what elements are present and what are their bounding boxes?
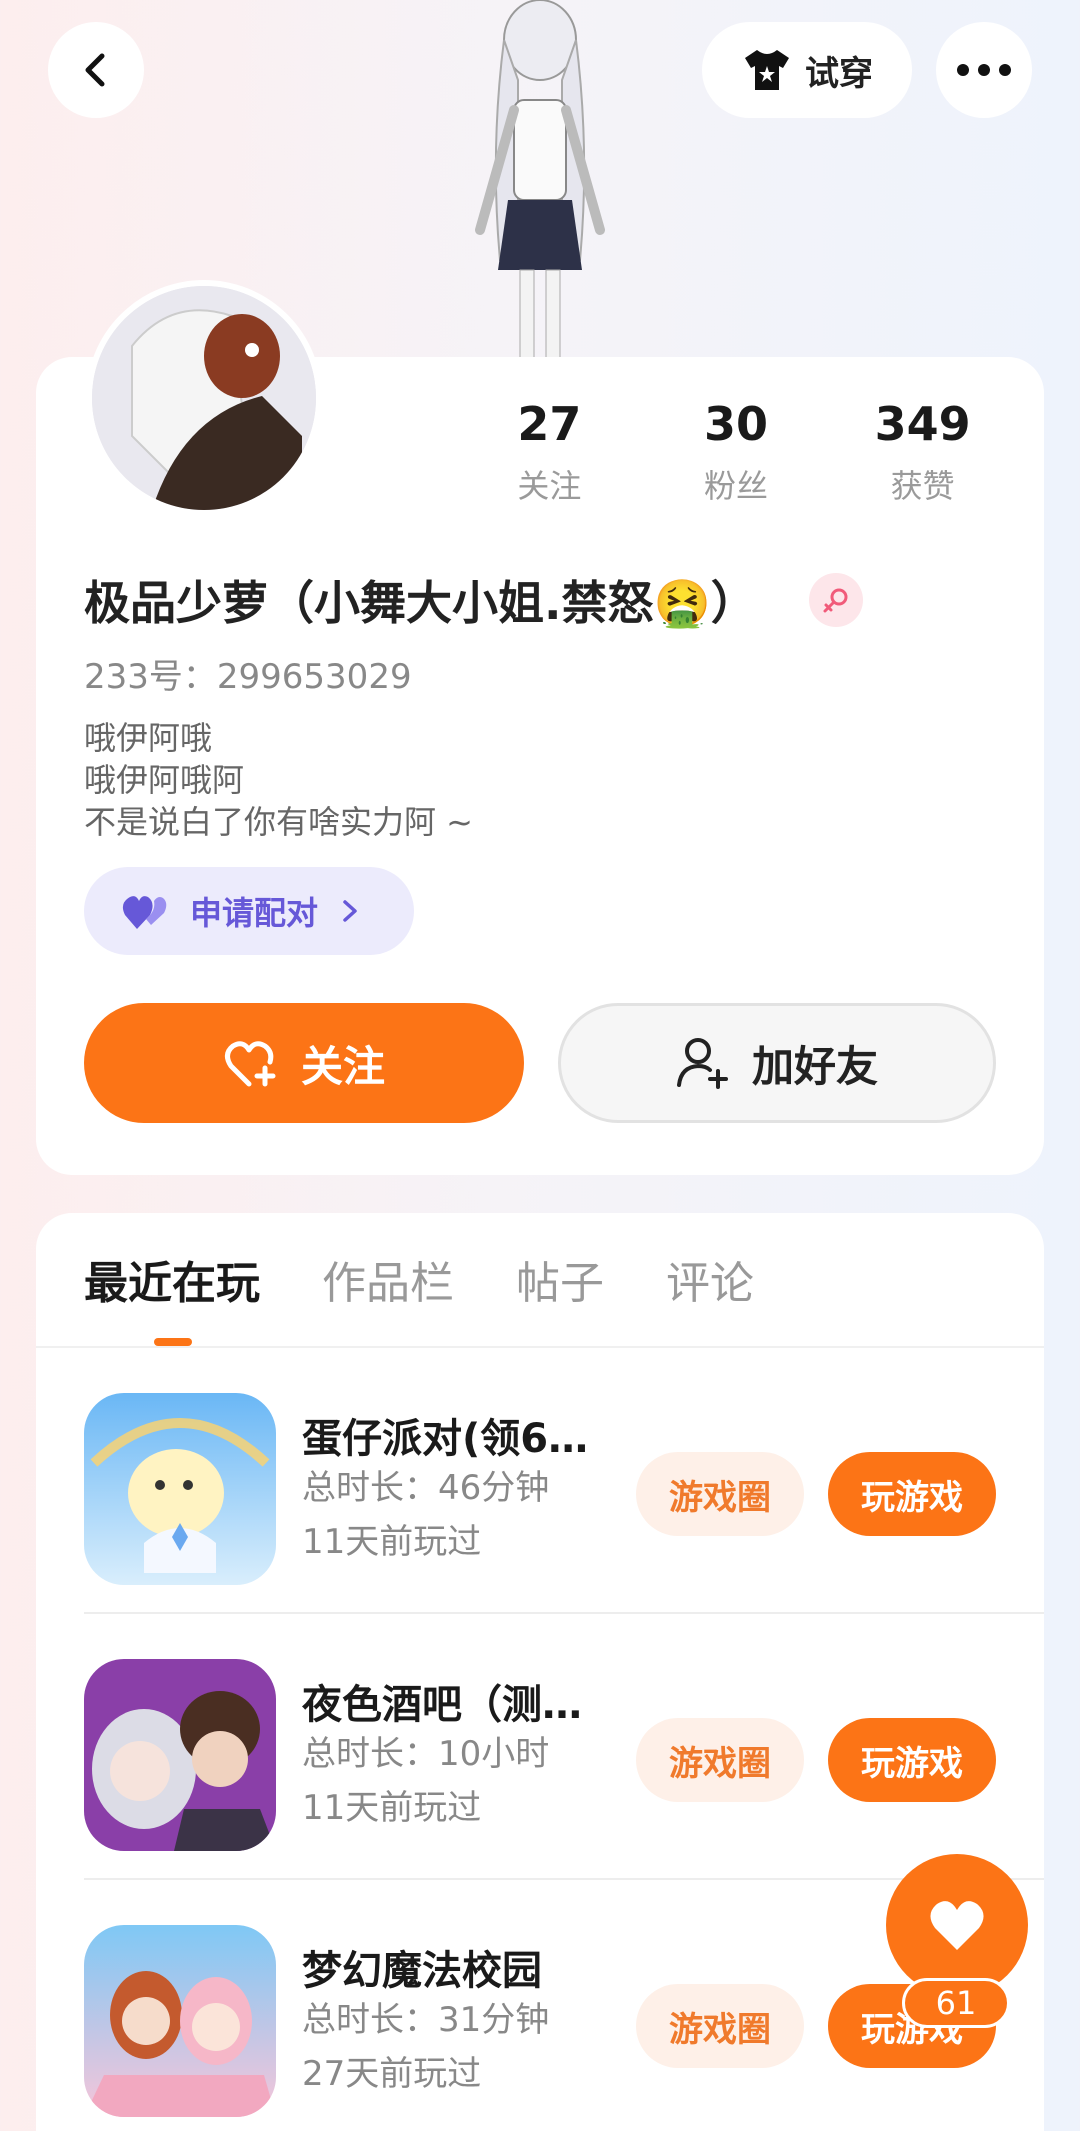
bio-line: 哦伊阿哦 <box>84 719 213 757</box>
game-icon[interactable] <box>84 1925 276 2117</box>
avatar-3d-character <box>475 0 605 360</box>
game-last-played: 11天前玩过 <box>302 1788 482 1828</box>
nickname: 极品少萝（小舞大小姐.禁怒🤮） <box>84 576 757 630</box>
tab-recently-played[interactable]: 最近在玩 <box>84 1247 260 1311</box>
play-game-button[interactable]: 玩游戏 <box>828 1452 996 1536</box>
tab-comments[interactable]: 评论 <box>666 1247 754 1311</box>
add-friend-label: 加好友 <box>751 1041 878 1091</box>
more-options-button[interactable] <box>936 22 1032 118</box>
nickname-row: 极品少萝（小舞大小姐.禁怒🤮） <box>84 567 863 633</box>
active-tab-indicator <box>154 1338 192 1346</box>
game-row[interactable]: 蛋仔派对(领6… 总时长：46分钟 11天前玩过 游戏圈 玩游戏 <box>84 1348 1044 1614</box>
add-friend-button[interactable]: 加好友 <box>558 1003 996 1123</box>
game-last-played: 27天前玩过 <box>302 2054 482 2094</box>
game-last-played: 11天前玩过 <box>302 1522 482 1562</box>
game-duration: 总时长：10小时 <box>302 1734 550 1774</box>
game-row[interactable]: 夜色酒吧（测… 总时长：10小时 11天前玩过 游戏圈 玩游戏 <box>84 1614 1044 1880</box>
chevron-left-icon <box>85 53 105 87</box>
follow-button[interactable]: 关注 <box>84 1003 524 1123</box>
likes-label: 获赞 <box>890 467 955 505</box>
try-on-button[interactable]: 试穿 <box>702 22 912 118</box>
game-icon[interactable] <box>84 1659 276 1851</box>
game-duration: 总时长：31分钟 <box>302 2000 550 2040</box>
bio-line: 哦伊阿哦阿 <box>84 761 245 799</box>
add-user-icon <box>676 1038 728 1089</box>
followers-label: 粉丝 <box>704 467 769 505</box>
game-duration: 总时长：46分钟 <box>302 1468 550 1508</box>
game-name: 梦幻魔法校园 <box>302 1948 542 1994</box>
heart-plus-icon <box>224 1041 276 1087</box>
game-icon[interactable] <box>84 1393 276 1585</box>
game-circle-button[interactable]: 游戏圈 <box>636 1452 804 1536</box>
like-count-badge: 61 <box>902 1978 1010 2028</box>
game-name: 蛋仔派对(领6… <box>302 1416 589 1462</box>
bio-line: 不是说白了你有啥实力阿 ~ <box>84 803 473 841</box>
tshirt-icon <box>745 50 789 90</box>
tab-works[interactable]: 作品栏 <box>322 1247 454 1311</box>
play-game-button[interactable]: 玩游戏 <box>828 1718 996 1802</box>
try-on-label: 试穿 <box>805 53 873 94</box>
content-card: 最近在玩 作品栏 帖子 评论 蛋仔派对(领6… 总时长：46分钟 11天前玩过 … <box>36 1213 1044 2131</box>
female-icon <box>808 573 863 627</box>
profile-card: 27 关注 30 粉丝 349 获赞 极品少萝（小舞大小姐.禁怒🤮） 233号：… <box>36 280 1044 1175</box>
user-id: 233号：299653029 <box>84 657 412 697</box>
likes-count: 349 <box>874 397 971 451</box>
profile-stats: 27 关注 30 粉丝 349 获赞 <box>456 397 1016 507</box>
stat-following[interactable]: 27 关注 <box>456 397 643 507</box>
chevron-right-icon <box>343 900 357 922</box>
profile-tabs: 最近在玩 作品栏 帖子 评论 <box>84 1247 754 1311</box>
double-heart-icon <box>122 896 167 929</box>
avatar[interactable] <box>86 280 322 516</box>
follow-label: 关注 <box>300 1041 385 1091</box>
following-count: 27 <box>517 397 582 451</box>
game-circle-button[interactable]: 游戏圈 <box>636 1984 804 2068</box>
request-match-label: 申请配对 <box>190 894 319 932</box>
tab-posts[interactable]: 帖子 <box>516 1247 604 1311</box>
bio: 哦伊阿哦 哦伊阿哦阿 不是说白了你有啥实力阿 ~ <box>84 717 473 843</box>
followers-count: 30 <box>704 397 769 451</box>
game-circle-button[interactable]: 游戏圈 <box>636 1718 804 1802</box>
more-dots-icon <box>957 64 1011 76</box>
following-label: 关注 <box>517 467 582 505</box>
like-floating-button[interactable] <box>886 1854 1028 1996</box>
request-match-button[interactable]: 申请配对 <box>84 867 414 955</box>
back-button[interactable] <box>48 22 144 118</box>
stat-followers[interactable]: 30 粉丝 <box>643 397 830 507</box>
game-name: 夜色酒吧（测… <box>302 1682 582 1728</box>
stat-likes[interactable]: 349 获赞 <box>829 397 1016 507</box>
heart-icon <box>930 1901 984 1950</box>
